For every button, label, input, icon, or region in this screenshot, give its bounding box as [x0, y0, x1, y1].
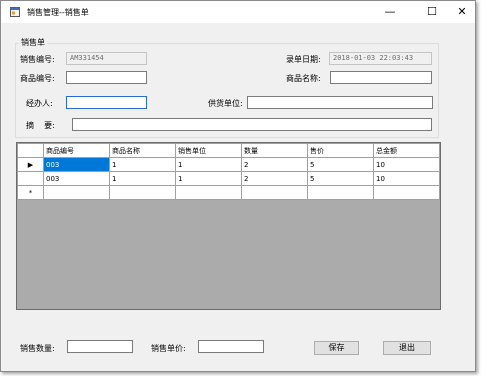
app-icon: [10, 7, 20, 17]
save-button[interactable]: 保存: [314, 341, 359, 355]
supplier-label: 供货单位:: [208, 99, 243, 108]
product-name-field[interactable]: [330, 71, 432, 84]
table-cell[interactable]: 10: [373, 157, 440, 172]
new-row-indicator[interactable]: *: [17, 185, 44, 200]
handler-label: 经办人:: [26, 99, 53, 108]
table-cell[interactable]: 003: [43, 157, 110, 172]
column-header[interactable]: 销售单位: [175, 143, 242, 158]
table-cell[interactable]: 5: [307, 157, 374, 172]
product-name-label: 商品名称:: [286, 74, 321, 83]
maximize-icon: ☐: [427, 5, 437, 18]
qty-label: 销售数量:: [20, 344, 55, 353]
table-cell[interactable]: 1: [109, 171, 176, 186]
summary-field[interactable]: [72, 118, 432, 131]
product-no-label: 商品编号:: [20, 74, 55, 83]
sale-no-field[interactable]: AM331454: [66, 52, 147, 65]
table-cell[interactable]: 003: [43, 171, 110, 186]
sales-window: 销售管理--销售单 — ☐ ✕ 销售单 销售编号: AM331454 录单日期:…: [0, 0, 476, 372]
close-button[interactable]: ✕: [445, 1, 479, 23]
datagrid-table: 商品编号 商品名称 销售单位 数量 售价 总金额 ▶ 003 1 1 2 5 1…: [17, 143, 440, 200]
table-row[interactable]: 003 1 1 2 5 10: [17, 171, 440, 186]
product-no-field[interactable]: [66, 71, 147, 84]
table-cell[interactable]: 1: [109, 157, 176, 172]
close-icon: ✕: [457, 5, 467, 18]
price-label: 销售单价:: [151, 344, 186, 353]
table-cell[interactable]: 2: [241, 157, 308, 172]
table-cell[interactable]: [307, 185, 374, 200]
current-row-indicator[interactable]: ▶: [17, 157, 44, 172]
qty-field[interactable]: [67, 340, 133, 353]
table-cell[interactable]: 10: [373, 171, 440, 186]
minimize-icon: —: [384, 5, 396, 18]
column-header[interactable]: 总金额: [373, 143, 440, 158]
table-cell[interactable]: 5: [307, 171, 374, 186]
column-header[interactable]: 商品编号: [43, 143, 110, 158]
table-cell[interactable]: [109, 185, 176, 200]
maximize-button[interactable]: ☐: [415, 1, 449, 23]
price-field[interactable]: [198, 340, 264, 353]
table-row[interactable]: ▶ 003 1 1 2 5 10: [17, 157, 440, 172]
table-cell[interactable]: [373, 185, 440, 200]
supplier-field[interactable]: [247, 96, 433, 109]
table-cell[interactable]: [241, 185, 308, 200]
column-header[interactable]: 数量: [241, 143, 308, 158]
column-header[interactable]: 售价: [307, 143, 374, 158]
table-cell[interactable]: 1: [175, 171, 242, 186]
sale-no-label: 销售编号:: [20, 55, 55, 64]
table-cell[interactable]: 2: [241, 171, 308, 186]
column-header[interactable]: 商品名称: [109, 143, 176, 158]
table-cell[interactable]: [175, 185, 242, 200]
window-title: 销售管理--销售单: [27, 8, 89, 17]
header-row: 商品编号 商品名称 销售单位 数量 售价 总金额: [17, 143, 440, 158]
date-field[interactable]: 2018-01-03 22:03:43: [329, 52, 432, 65]
exit-button[interactable]: 退出: [383, 341, 431, 355]
sales-datagrid[interactable]: 商品编号 商品名称 销售单位 数量 售价 总金额 ▶ 003 1 1 2 5 1…: [16, 142, 441, 310]
new-row[interactable]: *: [17, 185, 440, 200]
minimize-button[interactable]: —: [373, 1, 407, 23]
title-bar: 销售管理--销售单 — ☐ ✕: [1, 1, 475, 23]
row-header-corner: [17, 143, 44, 158]
date-label: 录单日期:: [286, 55, 321, 64]
groupbox-title: 销售单: [19, 37, 47, 48]
row-header[interactable]: [17, 171, 44, 186]
table-cell[interactable]: 1: [175, 157, 242, 172]
handler-field[interactable]: [66, 96, 147, 109]
table-cell[interactable]: [43, 185, 110, 200]
summary-label: 摘 要:: [26, 121, 55, 130]
